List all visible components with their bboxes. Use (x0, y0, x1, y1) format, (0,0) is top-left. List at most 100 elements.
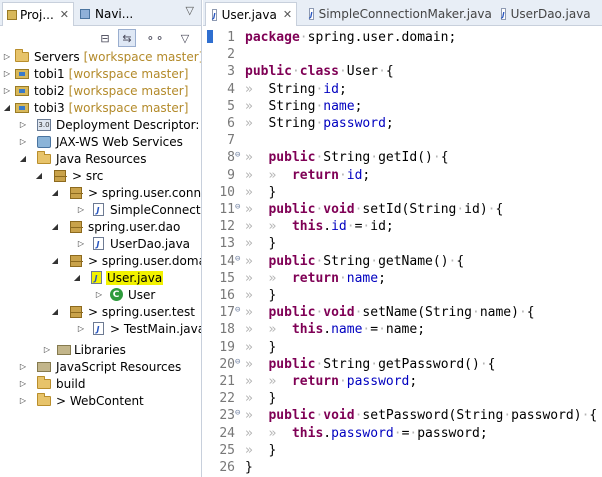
code-line[interactable]: 8 ⊖» public·String·getId()·{ (203, 150, 602, 167)
code-line[interactable]: 16 » } (203, 288, 602, 305)
expand-arrow-icon[interactable]: ▷ (94, 290, 104, 299)
editor-tab-userdao[interactable]: J UserDao.java (495, 2, 595, 26)
code-line[interactable]: 21 » » return·password; (203, 374, 602, 391)
code-line[interactable]: 24 » » this.password·=·password; (203, 426, 602, 443)
tree-item-label: > spring.user.domain (88, 253, 201, 268)
filter-icon[interactable]: ⚬⚬ (146, 29, 164, 47)
tab-close-icon[interactable]: ✕ (283, 8, 292, 21)
tab-close-icon[interactable]: ✕ (60, 8, 69, 21)
fold-toggle-icon[interactable]: ⊖ (235, 202, 243, 212)
code-line[interactable]: 11 ⊖» public·void·setId(String·id)·{ (203, 202, 602, 219)
expand-arrow-icon[interactable]: ▷ (18, 379, 28, 388)
code-line[interactable]: 15 » » return·name; (203, 271, 602, 288)
tree-item-package-domain[interactable]: ◢ > spring.user.domain (0, 252, 201, 269)
fold-toggle-icon[interactable]: ⊖ (235, 305, 243, 315)
expand-arrow-icon[interactable]: ▷ (76, 324, 86, 333)
code-line[interactable]: 4 » String·id; (203, 82, 602, 99)
code-line[interactable]: 3 public·class·User·{ (203, 64, 602, 81)
editor-tab-simpleconnectionmaker[interactable]: J SimpleConnectionMaker.java (303, 2, 492, 26)
collapse-arrow-icon[interactable]: ◢ (50, 307, 60, 316)
line-number: 2 (227, 47, 235, 63)
collapse-arrow-icon[interactable]: ◢ (72, 273, 82, 282)
expand-arrow-icon[interactable]: ▷ (18, 362, 28, 371)
code-line[interactable]: 9 » » return·id; (203, 168, 602, 185)
code-line[interactable]: 1 package·spring.user.domain; (203, 30, 602, 47)
code-line[interactable]: 12 » » this.id·=·id; (203, 219, 602, 236)
tree-item-user-class[interactable]: ▷ C User (0, 286, 201, 303)
tree-item-java-resources[interactable]: ◢ Java Resources (0, 150, 201, 167)
collapse-arrow-icon[interactable]: ◢ (2, 103, 12, 112)
tree-item-package-dao[interactable]: ◢ spring.user.dao (0, 218, 201, 235)
tree-item-deployment-descriptor[interactable]: ▷ 3.0 Deployment Descriptor: tob (0, 116, 201, 133)
git-decoration: [workspace master] (68, 66, 189, 81)
code-line[interactable]: 26} (203, 460, 602, 477)
collapse-arrow-icon[interactable]: ◢ (18, 154, 28, 163)
package-icon (68, 186, 84, 200)
code-keyword: return (291, 270, 339, 286)
link-with-editor-icon[interactable]: ⇆ (118, 29, 136, 47)
line-number: 18 (219, 322, 235, 338)
tree-item-tobi3[interactable]: ◢ tobi3 [workspace master] (0, 99, 201, 116)
expand-arrow-icon[interactable]: ▷ (2, 52, 12, 61)
code-token: ; (385, 116, 394, 131)
collapse-arrow-icon[interactable]: ◢ (50, 188, 60, 197)
code-line[interactable]: 22 » } (203, 391, 602, 408)
view-menu-icon-2[interactable]: ▽ (176, 29, 194, 47)
tab-navigator[interactable]: Navi... (76, 2, 148, 26)
code-line[interactable]: 14 ⊖» public·String·getName()·{ (203, 254, 602, 271)
expand-arrow-icon[interactable]: ▷ (18, 137, 28, 146)
java-resources-icon (36, 150, 52, 166)
view-menu-icon[interactable]: ▽ (186, 4, 194, 17)
tree-item-userdao[interactable]: ▷ J UserDao.java (0, 235, 201, 252)
expand-arrow-icon[interactable]: ▷ (2, 69, 12, 78)
tree-item-simpleconnectionmaker[interactable]: ▷ J SimpleConnectio (0, 201, 201, 218)
code-line[interactable]: 19 » } (203, 340, 602, 357)
code-line[interactable]: 2 (203, 47, 602, 64)
tree-item-tobi1[interactable]: ▷ tobi1 [workspace master] (0, 65, 201, 82)
code-line[interactable]: 6 » String·password; (203, 116, 602, 133)
collapse-all-icon[interactable]: ⊟ (96, 29, 114, 47)
code-line[interactable]: 17 ⊖» public·void·setName(String·name)·{ (203, 305, 602, 322)
expand-arrow-icon[interactable]: ▷ (2, 86, 12, 95)
tree-item-webcontent[interactable]: ▷ > WebContent (0, 392, 201, 409)
code-line[interactable]: 13 » } (203, 236, 602, 253)
expand-arrow-icon[interactable]: ▷ (76, 239, 86, 248)
code-token: ·=·name; (362, 322, 426, 338)
fold-toggle-icon[interactable]: ⊖ (235, 408, 243, 418)
collapse-arrow-icon[interactable]: ◢ (50, 256, 60, 265)
fold-toggle-icon[interactable]: ⊖ (235, 150, 243, 160)
fold-toggle-icon[interactable]: ⊖ (235, 254, 243, 264)
tree-item-javascript-resources[interactable]: ▷ JavaScript Resources (0, 358, 201, 375)
tree-item-package-test[interactable]: ◢ > spring.user.test (0, 303, 201, 320)
tree-item-tobi2[interactable]: ▷ tobi2 [workspace master] (0, 82, 201, 99)
expand-arrow-icon[interactable]: ▷ (42, 345, 52, 354)
tree-item-jax-ws[interactable]: ▷ JAX-WS Web Services (0, 133, 201, 150)
code-line[interactable]: 10 » } (203, 185, 602, 202)
code-line[interactable]: 18 » » this.name·=·name; (203, 322, 602, 339)
expand-arrow-icon[interactable]: ▷ (76, 205, 86, 214)
whitespace-marker: » (245, 339, 269, 355)
tab-project-explorer[interactable]: Proj... ✕ (2, 2, 74, 26)
expand-arrow-icon[interactable]: ▷ (18, 120, 28, 129)
whitespace-marker: » (245, 305, 269, 321)
code-line[interactable]: 20 ⊖» public·String·getPassword()·{ (203, 357, 602, 374)
code-line[interactable]: 5 » String·name; (203, 99, 602, 116)
tree-item-build[interactable]: ▷ build (0, 375, 201, 392)
tree-item-user-java[interactable]: ◢ J User.java (0, 269, 201, 286)
line-number: 8 (227, 150, 235, 166)
code-line[interactable]: 25 » } (203, 443, 602, 460)
expand-arrow-icon[interactable]: ▷ (18, 396, 28, 405)
tree-item-libraries[interactable]: ▷ Libraries (0, 341, 201, 358)
fold-toggle-icon[interactable]: ⊖ (235, 357, 243, 367)
code-line[interactable]: 23 ⊖» public·void·setPassword(String·pass… (203, 408, 602, 425)
tree-item-label: tobi3 (34, 100, 65, 115)
code-line[interactable]: 7 (203, 133, 602, 150)
tree-item-src[interactable]: ◢ > src (0, 167, 201, 184)
tree-item-servers[interactable]: ▷ Servers [workspace master] (0, 48, 201, 65)
tree-item-testmain[interactable]: ▷ J > TestMain.java (0, 320, 201, 337)
tree-item-label: build (56, 376, 86, 391)
tree-item-package-connection[interactable]: ◢ > spring.user.connec (0, 184, 201, 201)
editor-tab-user-java[interactable]: J User.java ✕ (205, 2, 297, 26)
collapse-arrow-icon[interactable]: ◢ (34, 171, 44, 180)
collapse-arrow-icon[interactable]: ◢ (50, 222, 60, 231)
